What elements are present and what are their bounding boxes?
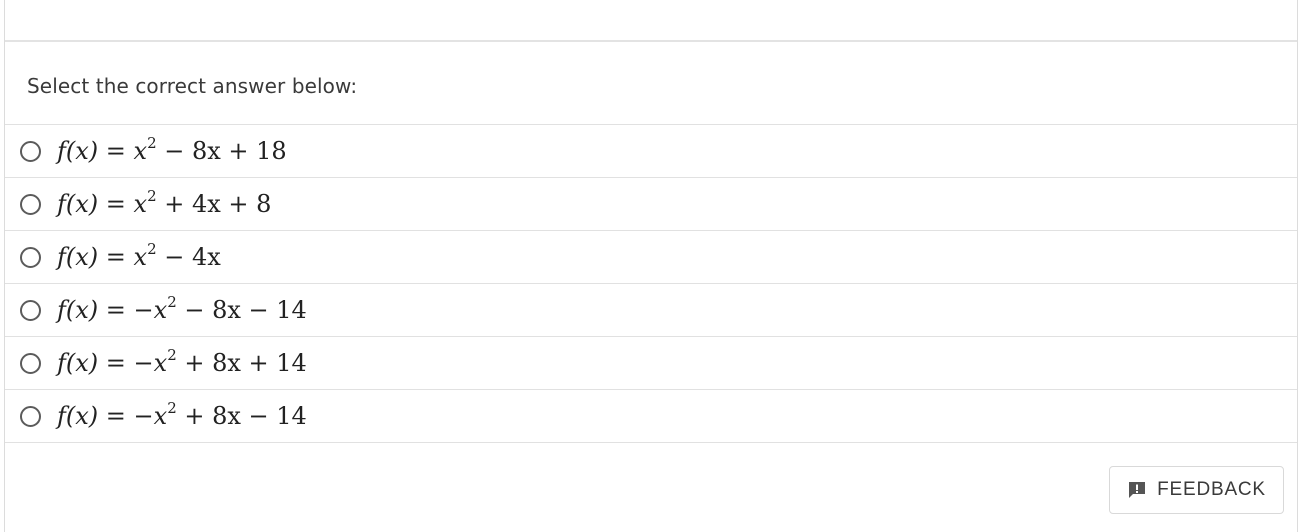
equation-sign: − [133, 402, 154, 430]
answer-equation: f(x) = x2 + 4x + 8 [57, 187, 272, 219]
answer-option-5[interactable]: f(x) = −x2 + 8x + 14 [5, 337, 1297, 390]
question-frame: Select the correct answer below: f(x) = … [4, 0, 1298, 532]
feedback-button[interactable]: FEEDBACK [1109, 466, 1284, 514]
equation-rest: + 8x − 14 [176, 402, 307, 430]
equation-rest: + 4x + 8 [156, 190, 272, 218]
radio-button[interactable] [20, 299, 41, 321]
equation-exponent: 2 [147, 187, 157, 205]
equation-equals: = [98, 243, 134, 271]
equation-lhs: f(x) [57, 402, 99, 430]
answer-option-4[interactable]: f(x) = −x2 − 8x − 14 [5, 284, 1297, 337]
question-prompt: Select the correct answer below: [27, 74, 358, 98]
equation-base: x [153, 349, 168, 377]
equation-exponent: 2 [167, 293, 177, 311]
equation-base: x [133, 190, 148, 218]
answer-equation: f(x) = −x2 − 8x − 14 [57, 293, 307, 325]
feedback-label: FEEDBACK [1157, 479, 1266, 500]
equation-exponent: 2 [167, 346, 177, 364]
answer-equation: f(x) = x2 − 8x + 18 [57, 134, 287, 166]
equation-lhs: f(x) [57, 243, 99, 271]
equation-equals: = [98, 402, 134, 430]
radio-button[interactable] [20, 246, 41, 268]
answer-equation: f(x) = −x2 + 8x − 14 [57, 399, 307, 431]
radio-button[interactable] [20, 140, 41, 162]
equation-lhs: f(x) [57, 190, 99, 218]
equation-exponent: 2 [147, 134, 157, 152]
answer-equation: f(x) = −x2 + 8x + 14 [57, 346, 307, 378]
equation-sign: − [133, 349, 154, 377]
radio-button[interactable] [20, 352, 41, 374]
equation-base: x [153, 402, 168, 430]
answer-option-3[interactable]: f(x) = x2 − 4x [5, 231, 1297, 284]
radio-button[interactable] [20, 193, 41, 215]
equation-lhs: f(x) [57, 349, 99, 377]
equation-equals: = [98, 296, 134, 324]
answer-equation: f(x) = x2 − 4x [57, 240, 221, 272]
equation-rest: + 8x + 14 [176, 349, 307, 377]
equation-equals: = [98, 190, 134, 218]
equation-equals: = [98, 137, 134, 165]
equation-lhs: f(x) [57, 137, 99, 165]
equation-rest: − 8x − 14 [176, 296, 307, 324]
equation-equals: = [98, 349, 134, 377]
answer-option-2[interactable]: f(x) = x2 + 4x + 8 [5, 178, 1297, 231]
top-strip [5, 0, 1297, 42]
answer-options: f(x) = x2 − 8x + 18 f(x) = x2 + 4x + 8 f… [5, 124, 1297, 443]
equation-exponent: 2 [167, 399, 177, 417]
equation-sign: − [133, 296, 154, 324]
feedback-icon [1129, 482, 1146, 498]
equation-base: x [133, 137, 148, 165]
answer-option-1[interactable]: f(x) = x2 − 8x + 18 [5, 125, 1297, 178]
equation-lhs: f(x) [57, 296, 99, 324]
radio-button[interactable] [20, 405, 41, 427]
equation-base: x [153, 296, 168, 324]
equation-rest: − 8x + 18 [156, 137, 287, 165]
equation-rest: − 4x [156, 243, 221, 271]
answer-option-6[interactable]: f(x) = −x2 + 8x − 14 [5, 390, 1297, 443]
equation-base: x [133, 243, 148, 271]
equation-exponent: 2 [147, 240, 157, 258]
